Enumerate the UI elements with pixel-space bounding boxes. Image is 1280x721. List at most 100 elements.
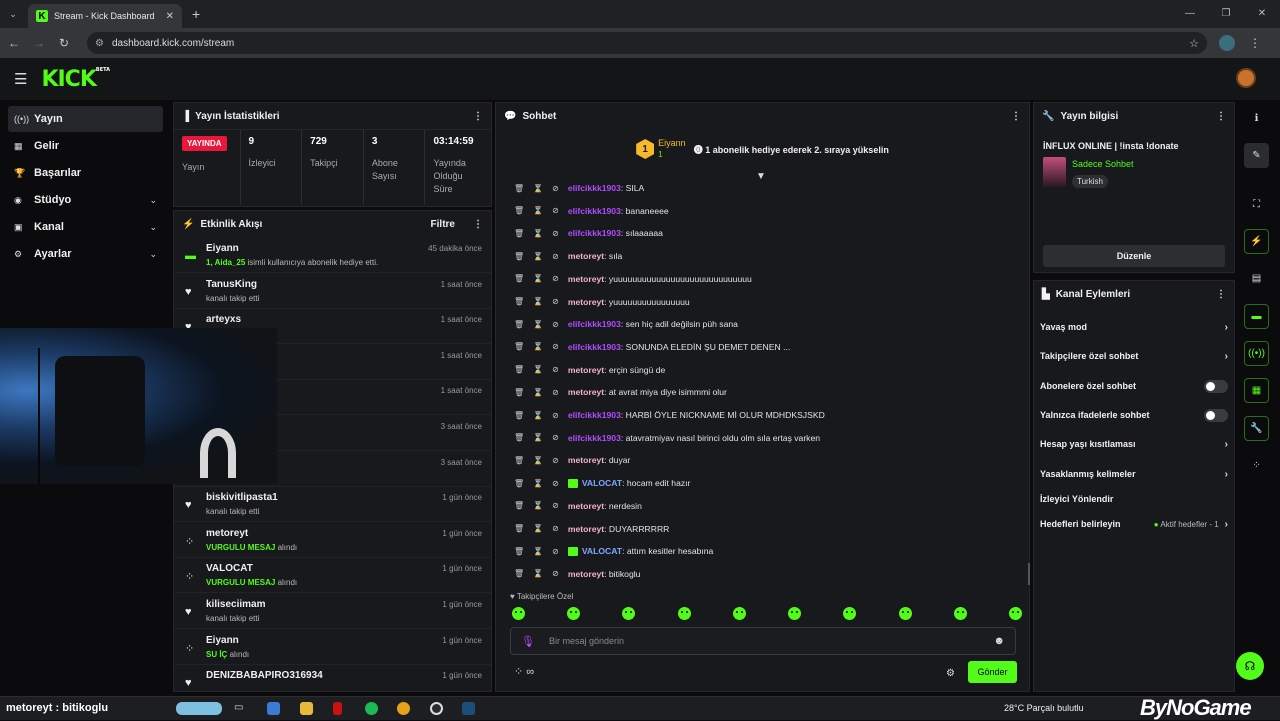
chat-username[interactable]: VALOCAT: [582, 478, 622, 488]
delete-message-icon[interactable]: 🗑: [514, 184, 524, 193]
timeout-icon[interactable]: ⌛: [533, 229, 543, 238]
ban-icon[interactable]: ⊘: [552, 388, 559, 397]
channel-action-item[interactable]: Hesap yaşı kısıtlaması ›: [1040, 436, 1228, 452]
delete-message-icon[interactable]: 🗑: [514, 524, 524, 533]
channel-action-item[interactable]: İzleyici Yönlendir: [1040, 491, 1228, 507]
chat-message[interactable]: 🗑 ⌛ ⊘ metoreyt: yuuuuuuuuuuuuuuuu: [514, 294, 690, 310]
channel-action-item[interactable]: Yasaklanmış kelimeler ›: [1040, 466, 1228, 482]
delete-message-icon[interactable]: 🗑: [514, 320, 524, 329]
chat-message[interactable]: 🗑 ⌛ ⊘ elifcikkk1903: sen hiç adil değilsin …: [514, 316, 738, 332]
timeout-icon[interactable]: ⌛: [533, 433, 543, 442]
timeout-icon[interactable]: ⌛: [533, 569, 543, 578]
chat-message[interactable]: 🗑 ⌛ ⊘ metoreyt: duyar: [514, 452, 630, 468]
delete-message-icon[interactable]: 🗑: [514, 388, 524, 397]
chat-message[interactable]: 🗑 ⌛ ⊘ metoreyt: at avrat miya diye isimmmi …: [514, 384, 727, 400]
chat-message[interactable]: 🗑 ⌛ ⊘ metoreyt: DUYARRRRRR: [514, 521, 669, 537]
back-icon[interactable]: ←: [3, 36, 25, 50]
delete-message-icon[interactable]: 🗑: [514, 206, 524, 215]
maximize-icon[interactable]: ❐: [1208, 0, 1244, 28]
ban-icon[interactable]: ⊘: [552, 479, 559, 488]
chat-tool-icon[interactable]: ▬: [1244, 304, 1269, 329]
netflix-icon[interactable]: [333, 702, 342, 715]
delete-message-icon[interactable]: 🗑: [514, 342, 524, 351]
chat-username[interactable]: metoreyt: [568, 251, 604, 261]
browser-tab[interactable]: K Stream - Kick Dashboard ✕: [28, 4, 182, 28]
ban-icon[interactable]: ⊘: [552, 456, 559, 465]
chat-input[interactable]: 🎙 Bir mesaj gönderin ☻: [510, 627, 1016, 655]
chat-username[interactable]: metoreyt: [568, 297, 604, 307]
chat-message[interactable]: 🗑 ⌛ ⊘ elifcikkk1903: sılaaaaaa: [514, 225, 663, 241]
timeout-icon[interactable]: ⌛: [533, 342, 543, 351]
user-avatar[interactable]: [1236, 68, 1256, 88]
store-icon[interactable]: [267, 702, 280, 715]
filter-button[interactable]: Filtre: [431, 219, 455, 230]
emote-icon[interactable]: [898, 607, 912, 620]
more-options-icon[interactable]: ⋮: [473, 219, 483, 230]
ban-icon[interactable]: ⊘: [552, 411, 559, 420]
chat-message[interactable]: 🗑 ⌛ ⊘ metoreyt: sıla: [514, 248, 622, 264]
ban-icon[interactable]: ⊘: [552, 547, 559, 556]
channel-action-item[interactable]: Yavaş mod ›: [1040, 319, 1228, 335]
chat-username[interactable]: metoreyt: [568, 569, 604, 579]
chat-username[interactable]: metoreyt: [568, 524, 604, 534]
bookmark-star-icon[interactable]: ☆: [1189, 37, 1199, 50]
spotify-icon[interactable]: [365, 702, 378, 715]
chat-username[interactable]: metoreyt: [568, 365, 604, 375]
points-tool-icon[interactable]: ⁘: [1244, 453, 1269, 478]
ban-icon[interactable]: ⊘: [552, 365, 559, 374]
timeout-icon[interactable]: ⌛: [533, 456, 543, 465]
ban-icon[interactable]: ⊘: [552, 524, 559, 533]
chat-username[interactable]: elifcikkk1903: [568, 319, 621, 329]
chat-message[interactable]: 🗑 ⌛ ⊘ elifcikkk1903: atavratmiyav nasıl bir…: [514, 430, 820, 446]
help-headset-icon[interactable]: ☊: [1236, 652, 1264, 680]
chat-message[interactable]: 🗑 ⌛ ⊘ metoreyt: erçin süngü de: [514, 362, 665, 378]
emote-icon[interactable]: [512, 607, 525, 620]
layout-tool-icon[interactable]: ▦: [1244, 378, 1269, 403]
emoji-picker-icon[interactable]: ☻: [993, 635, 1005, 647]
ban-icon[interactable]: ⊘: [552, 297, 559, 306]
chat-message[interactable]: 🗑 ⌛ ⊘ metoreyt: yuuuuuuuuuuuuuuuuuuuuuuuuuu…: [514, 271, 752, 287]
emote-icon[interactable]: [843, 607, 857, 620]
ban-icon[interactable]: ⊘: [552, 569, 559, 578]
chat-settings-icon[interactable]: ⚙: [946, 668, 955, 679]
chrome-icon[interactable]: [397, 702, 410, 715]
weather-widget[interactable]: 28°C Parçalı bulutlu: [1004, 703, 1084, 713]
delete-message-icon[interactable]: 🗑: [514, 547, 524, 556]
toggle-switch[interactable]: [1204, 379, 1228, 393]
send-button[interactable]: Gönder: [968, 661, 1017, 683]
more-options-icon[interactable]: ⋮: [1011, 111, 1021, 122]
edit-pencil-icon[interactable]: ✎: [1244, 143, 1269, 168]
delete-message-icon[interactable]: 🗑: [514, 411, 524, 420]
chat-username[interactable]: VALOCAT: [582, 546, 622, 556]
emote-icon[interactable]: [1008, 607, 1022, 620]
chat-username[interactable]: elifcikkk1903: [568, 410, 621, 420]
chat-points[interactable]: ⁘ ∞: [514, 665, 534, 678]
taskbar-widget-icon[interactable]: [176, 702, 222, 715]
delete-message-icon[interactable]: 🗑: [514, 456, 524, 465]
delete-message-icon[interactable]: 🗑: [514, 297, 524, 306]
chat-message[interactable]: 🗑 ⌛ ⊘ elifcikkk1903: bananeeee: [514, 203, 669, 219]
obs-icon[interactable]: [430, 702, 443, 715]
timeout-icon[interactable]: ⌛: [533, 297, 543, 306]
timeout-icon[interactable]: ⌛: [533, 252, 543, 261]
chat-message[interactable]: 🗑 ⌛ ⊘ elifcikkk1903: SONUNDA ELEDİN ŞU DEME…: [514, 339, 790, 355]
chat-message[interactable]: 🗑 ⌛ ⊘ metoreyt: bitikoglu: [514, 566, 640, 582]
chat-username[interactable]: metoreyt: [568, 501, 604, 511]
chat-message[interactable]: 🗑 ⌛ ⊘ VALOCAT: hocam edit hazır: [514, 475, 690, 491]
lightning-tool-icon[interactable]: ⚡: [1244, 229, 1269, 254]
emote-icon[interactable]: [953, 607, 967, 620]
chat-username[interactable]: elifcikkk1903: [568, 342, 621, 352]
chat-message[interactable]: 🗑 ⌛ ⊘ metoreyt: nerdesin: [514, 498, 642, 514]
more-options-icon[interactable]: ⋮: [1216, 289, 1226, 300]
emote-icon[interactable]: [677, 607, 691, 620]
chat-username[interactable]: elifcikkk1903: [568, 206, 621, 216]
reload-icon[interactable]: ↻: [53, 36, 75, 50]
delete-message-icon[interactable]: 🗑: [514, 501, 524, 510]
timeout-icon[interactable]: ⌛: [533, 388, 543, 397]
timeout-icon[interactable]: ⌛: [533, 206, 543, 215]
close-window-icon[interactable]: ✕: [1244, 0, 1280, 28]
sidebar-item-gelir[interactable]: ▦ Gelir: [8, 133, 163, 159]
emote-icon[interactable]: [567, 607, 581, 620]
browser-profile-icon[interactable]: [1219, 35, 1235, 51]
chat-username[interactable]: metoreyt: [568, 455, 604, 465]
